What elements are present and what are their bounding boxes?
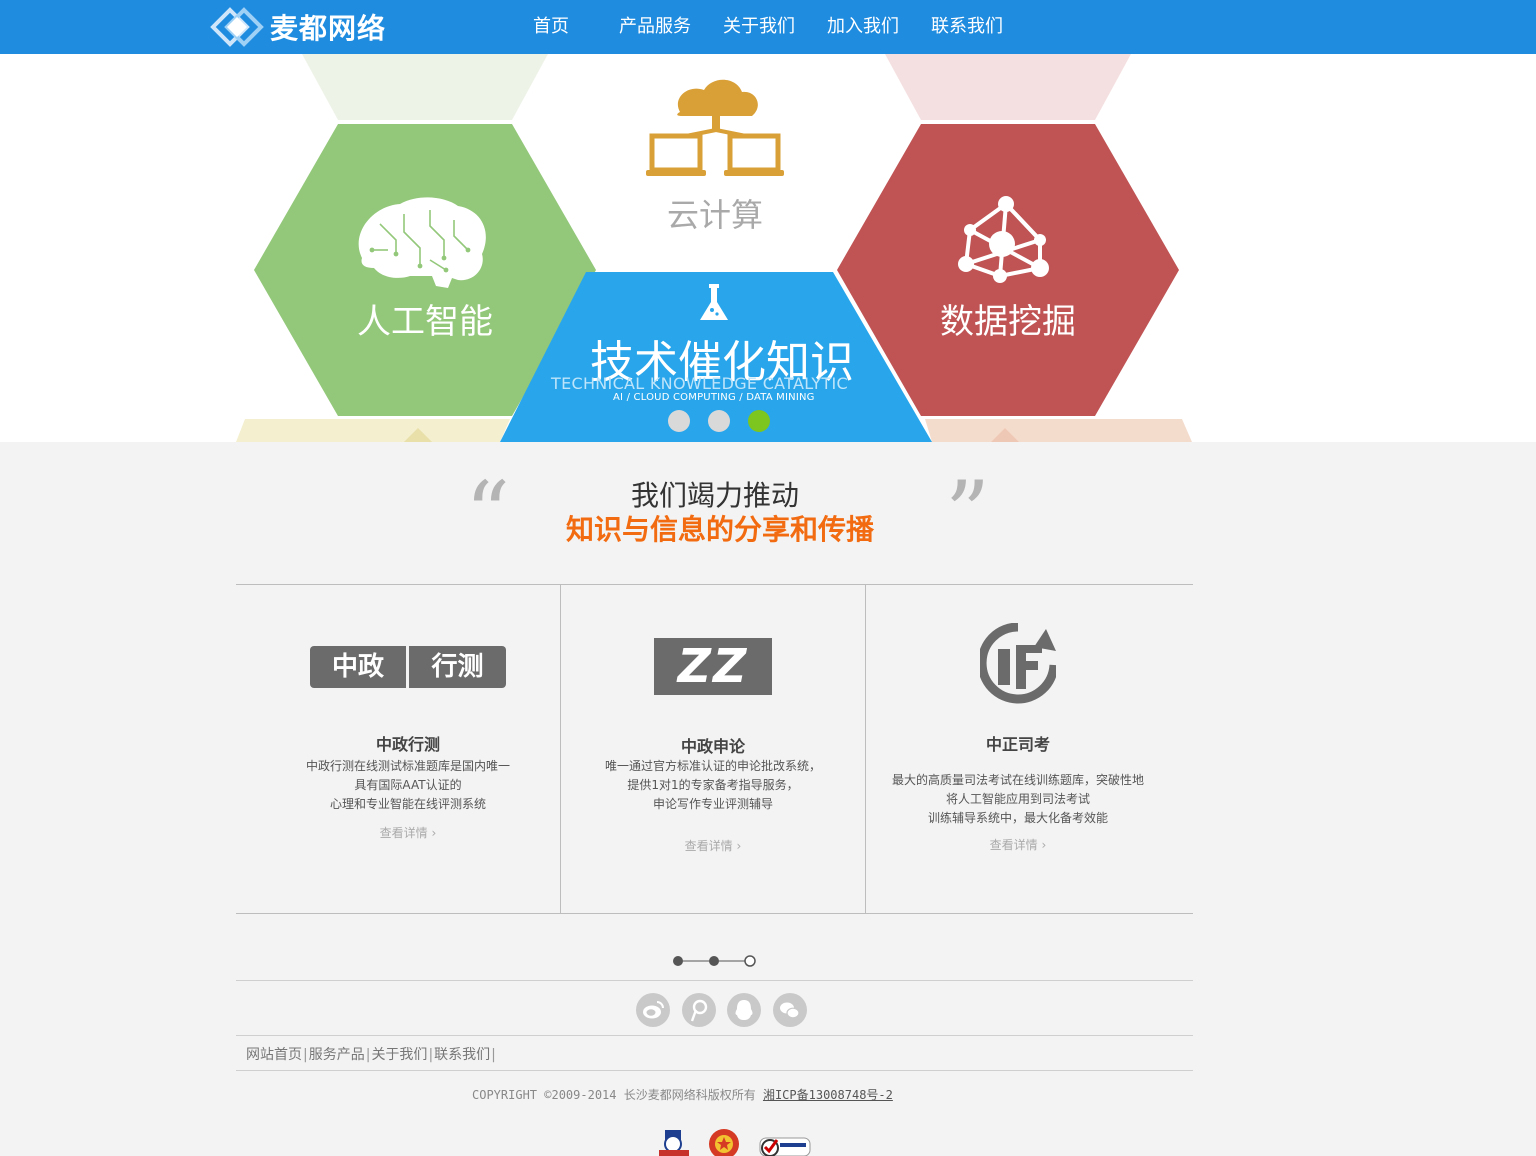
product-title: 中政申论 [680,737,745,756]
product-card-shenlun: ZZ 中政申论 唯一通过官方标准认证的申论批改系统， 提供1对1的专家备考指导服… [561,585,865,913]
network-police-badge-icon[interactable] [655,1126,693,1156]
footer-divider-1 [236,980,1193,981]
chevron-right-icon: › [427,826,437,840]
open-quote-icon: “ [465,462,510,565]
product-description: 唯一通过官方标准认证的申论批改系统， 提供1对1的专家备考指导服务， 申论写作专… [561,757,865,814]
slogan-line-2: 知识与信息的分享和传播 [565,513,874,546]
pager-dot-1[interactable] [673,956,683,966]
footer-link-home[interactable]: 网站首页 [246,1047,302,1063]
carousel-dot-1[interactable] [668,410,690,432]
desc-line: 申论写作专业评测辅导 [652,797,773,811]
carousel-dot-2[interactable] [708,410,730,432]
weibo-icon[interactable] [636,993,670,1027]
site-logo[interactable]: 麦都网络 [210,6,386,48]
cloud-computing-icon [646,79,784,176]
faded-hex-bottom-left [236,419,510,442]
faded-hex-bottom-right [925,419,1192,442]
view-details-link[interactable]: 查看详情 › [236,824,580,841]
xingce-logo-right: 行测 [409,646,506,688]
product-title: 中正司考 [985,735,1050,754]
desc-line: 心理和专业智能在线评测系统 [329,797,486,811]
logo-diamond-icon [210,7,264,47]
product-card-xingce: 中政 行测 中政行测 中政行测在线测试标准题库是国内唯一 具有国际AAT认证的 … [236,585,560,913]
verisign-secured-badge-icon[interactable] [758,1126,812,1156]
chevron-right-icon: › [1037,838,1047,852]
grid-bottom-divider [236,913,1193,914]
desc-line: 唯一通过官方标准认证的申论批改系统， [604,759,821,773]
icp-link[interactable]: 湘ICP备13008748号-2 [763,1088,893,1102]
carousel-dot-3[interactable] [748,410,770,432]
nav-contact[interactable]: 联系我们 [915,0,1019,54]
desc-line: 提供1对1的专家备考指导服务， [627,778,799,792]
wechat-icon[interactable] [773,993,807,1027]
footer-link-services[interactable]: 服务产品 [309,1047,365,1063]
brand-name: 麦都网络 [270,12,387,45]
view-details-link[interactable]: 查看详情 › [561,837,865,854]
product-pager [673,955,756,967]
hero-banner: 人工智能 云计算 数据挖掘 技术催化知识 TECHNICAL KNOWLEDGE… [0,54,1536,442]
footer-divider-3 [236,1070,1193,1071]
footer-links: 网站首页|服务产品|关于我们|联系我们| [246,1047,496,1063]
main-nav: 首页 产品服务 关于我们 加入我们 联系我们 [515,0,1019,54]
desc-line: 最大的高质量司法考试在线训练题库，突破性地 [891,773,1144,787]
view-details-link[interactable]: 查看详情 › [866,836,1170,853]
zz-logo: ZZ [654,638,772,695]
view-details-label: 查看详情 [684,839,733,853]
desc-line: 将人工智能应用到司法考试 [945,792,1090,806]
xingce-logo-left: 中政 [310,646,406,688]
nav-join[interactable]: 加入我们 [811,0,915,54]
footer-link-contact[interactable]: 联系我们 [434,1047,490,1063]
national-emblem-badge-icon[interactable] [704,1126,744,1156]
desc-line: 具有国际AAT认证的 [354,778,462,792]
hex-label-data-mining: 数据挖掘 [940,302,1076,342]
nav-home[interactable]: 首页 [515,0,603,54]
product-card-sikao: 中正司考 最大的高质量司法考试在线训练题库，突破性地 将人工智能应用到司法考试 … [866,585,1170,913]
pager-dot-3[interactable] [744,955,756,967]
copyright-text: COPYRIGHT ©2009-2014 长沙麦都网络科版权所有 [472,1088,756,1102]
footer-divider-2 [236,1035,1193,1036]
pager-dot-2[interactable] [709,956,719,966]
center-subtitle: TECHNICAL KNOWLEDGE CATALYTIC [551,374,848,393]
hex-label-ai: 人工智能 [357,302,493,342]
product-description: 中政行测在线测试标准题库是国内唯一 具有国际AAT认证的 心理和专业智能在线评测… [236,757,580,814]
nav-products[interactable]: 产品服务 [603,0,707,54]
xingce-logo: 中政 行测 [310,646,506,688]
desc-line: 训练辅导系统中，最大化备考效能 [927,811,1108,825]
copyright-notice: COPYRIGHT ©2009-2014 长沙麦都网络科版权所有 湘ICP备13… [472,1086,893,1103]
sikao-logo-icon [980,623,1056,704]
center-tagline: AI / CLOUD COMPUTING / DATA MINING [613,392,815,403]
qq-icon[interactable] [727,993,761,1027]
tencent-weibo-icon[interactable] [682,993,716,1027]
product-description: 最大的高质量司法考试在线训练题库，突破性地 将人工智能应用到司法考试 训练辅导系… [866,771,1170,828]
hex-label-cloud: 云计算 [667,196,764,234]
chevron-right-icon: › [732,839,742,853]
view-details-label: 查看详情 [379,826,428,840]
faded-hex-top-left [302,54,548,120]
top-navigation-bar: 麦都网络 首页 产品服务 关于我们 加入我们 联系我们 [0,0,1536,54]
faded-hex-top-right [885,54,1131,120]
product-title: 中政行测 [375,735,440,754]
footer-link-about[interactable]: 关于我们 [371,1047,427,1063]
nav-about[interactable]: 关于我们 [707,0,811,54]
close-quote-icon: ” [945,462,990,565]
view-details-label: 查看详情 [989,838,1038,852]
desc-line: 中政行测在线测试标准题库是国内唯一 [305,759,510,773]
